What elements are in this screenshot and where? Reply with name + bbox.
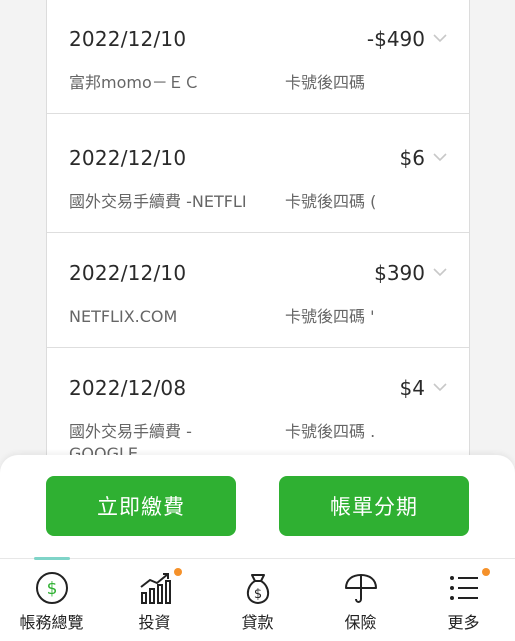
- card-last-four: 卡號後四碼 ': [285, 307, 375, 326]
- menu-icon: [449, 576, 478, 600]
- card-last-four: 卡號後四碼: [285, 73, 366, 92]
- transaction-row[interactable]: 2022/12/10 $6 國外交易手續費 -NETFLI 卡號後四碼 (: [47, 118, 469, 233]
- transaction-date: 2022/12/10: [69, 27, 187, 51]
- chevron-down-icon[interactable]: [433, 33, 447, 43]
- tab-label: 投資: [138, 613, 171, 632]
- tab-insurance[interactable]: 保險: [309, 559, 412, 641]
- transaction-merchant: NETFLIX.COM: [69, 307, 178, 326]
- card-last-four: 卡號後四碼 (: [285, 192, 377, 211]
- svg-text:$: $: [253, 587, 261, 602]
- dollar-circle-icon: $: [35, 572, 68, 604]
- bar-chart-icon: [139, 573, 171, 604]
- bottom-tab-bar: $ 帳務總覽 投資 $ 貸款 保險 更多: [0, 557, 515, 641]
- notification-badge: [174, 568, 182, 576]
- tab-label: 更多: [447, 613, 480, 632]
- transaction-amount: $390: [374, 261, 425, 285]
- transaction-amount: $6: [399, 146, 425, 170]
- active-tab-indicator: [34, 557, 70, 560]
- transaction-row[interactable]: 2022/12/08 $4 國外交易手續費 -GOOGLE 卡號後四碼 .: [47, 348, 469, 463]
- transaction-row[interactable]: 2022/12/10 -$490 富邦momo－ＥＣ 卡號後四碼: [47, 0, 469, 114]
- chevron-down-icon[interactable]: [433, 152, 447, 162]
- umbrella-icon: [344, 574, 377, 603]
- tab-account-overview[interactable]: $ 帳務總覽: [0, 557, 103, 641]
- tab-more[interactable]: 更多: [412, 559, 515, 641]
- action-bar: 立即繳費 帳單分期: [0, 455, 515, 558]
- transaction-merchant: 富邦momo－ＥＣ: [69, 73, 200, 92]
- installment-button[interactable]: 帳單分期: [279, 476, 469, 536]
- transaction-amount: -$490: [366, 27, 425, 51]
- chevron-down-icon[interactable]: [433, 382, 447, 392]
- transaction-date: 2022/12/08: [69, 376, 187, 400]
- transaction-list: 2022/12/10 -$490 富邦momo－ＥＣ 卡號後四碼 2022/12…: [46, 0, 470, 470]
- chevron-down-icon[interactable]: [433, 267, 447, 277]
- transaction-row[interactable]: 2022/12/10 $390 NETFLIX.COM 卡號後四碼 ': [47, 233, 469, 348]
- svg-text:$: $: [46, 579, 57, 599]
- tab-investment[interactable]: 投資: [103, 559, 206, 641]
- money-bag-icon: $: [246, 574, 269, 605]
- tab-label: 保險: [344, 613, 377, 632]
- tab-loan[interactable]: $ 貸款: [206, 559, 309, 641]
- card-last-four: 卡號後四碼 .: [285, 422, 376, 441]
- transaction-date: 2022/12/10: [69, 146, 187, 170]
- tab-label: 帳務總覽: [19, 613, 84, 632]
- transaction-merchant: 國外交易手續費 -NETFLI: [69, 192, 247, 211]
- transaction-date: 2022/12/10: [69, 261, 187, 285]
- notification-badge: [482, 568, 490, 576]
- transaction-amount: $4: [399, 376, 425, 400]
- tab-label: 貸款: [241, 613, 274, 632]
- pay-now-button[interactable]: 立即繳費: [46, 476, 236, 536]
